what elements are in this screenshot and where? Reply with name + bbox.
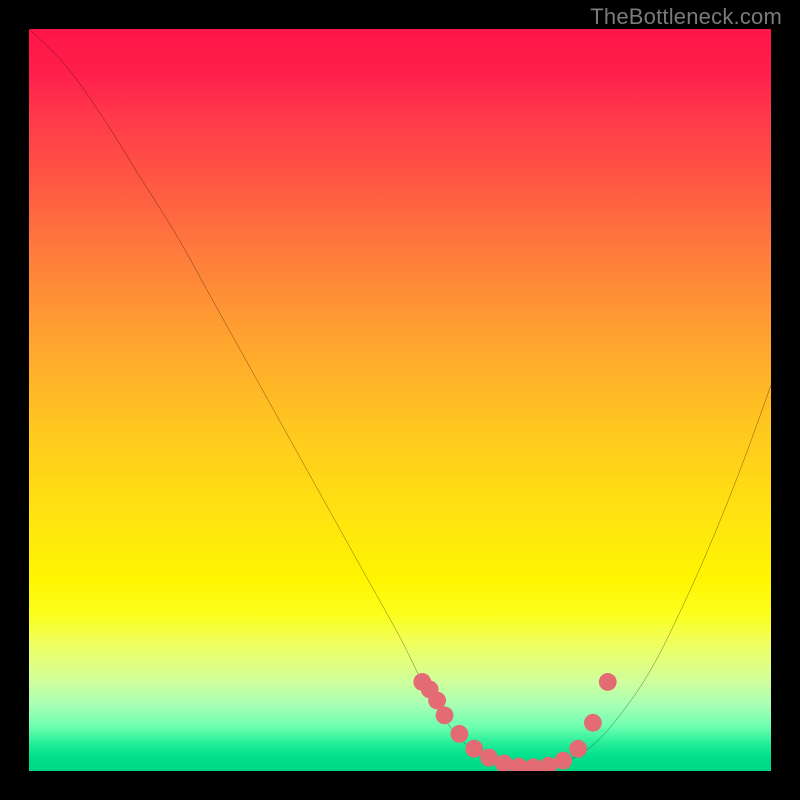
highlight-dot [599, 673, 617, 691]
highlight-dot [436, 706, 454, 724]
highlight-dot [465, 740, 483, 758]
plot-area [29, 29, 771, 771]
highlight-dots [413, 673, 616, 771]
bottleneck-curve [29, 29, 771, 768]
watermark-text: TheBottleneck.com [590, 4, 782, 30]
chart-frame: TheBottleneck.com [0, 0, 800, 800]
highlight-dot [584, 714, 602, 732]
highlight-dot [554, 752, 572, 770]
highlight-dot [569, 740, 587, 758]
highlight-dot [450, 725, 468, 743]
curve-layer [29, 29, 771, 771]
